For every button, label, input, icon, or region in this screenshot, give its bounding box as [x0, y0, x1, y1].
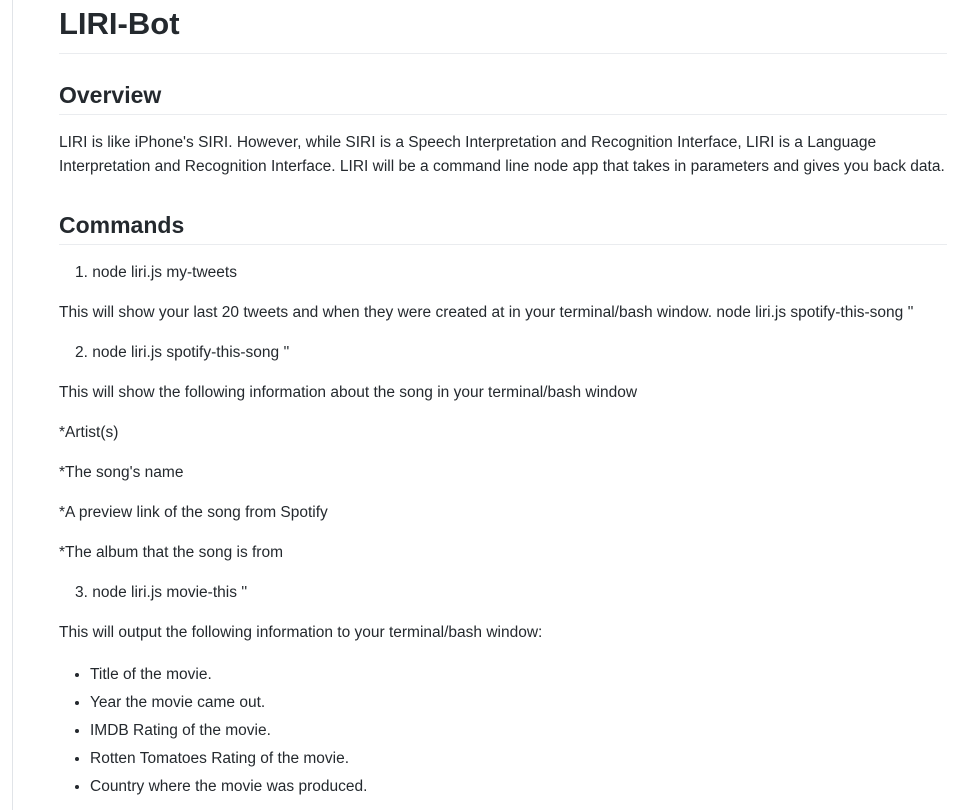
song-field-album: *The album that the song is from — [59, 544, 284, 561]
command-description-spotify: This will show the following information… — [59, 384, 638, 401]
list-item: Rotten Tomatoes Rating of the movie. — [90, 745, 947, 773]
command-item-spotify: 2. node liri.js spotify-this-song '' — [75, 344, 290, 361]
command-item-my-tweets: 1. node liri.js my-tweets — [75, 264, 237, 281]
page-title: LIRI-Bot — [59, 0, 947, 54]
list-item: IMDB Rating of the movie. — [90, 717, 947, 745]
command-description-movie: This will output the following informati… — [59, 624, 543, 641]
content-left-border — [12, 0, 13, 810]
song-field-artist: *Artist(s) — [59, 424, 119, 441]
readme-body: LIRI-Bot Overview LIRI is like iPhone's … — [59, 0, 947, 801]
commands-heading: Commands — [59, 210, 947, 245]
list-item: Year the movie came out. — [90, 689, 947, 717]
list-item: Country where the movie was produced. — [90, 773, 947, 801]
list-item: Title of the movie. — [90, 661, 947, 689]
song-field-name: *The song's name — [59, 464, 184, 481]
song-field-preview-link: *A preview link of the song from Spotify — [59, 504, 328, 521]
overview-heading: Overview — [59, 80, 947, 115]
overview-paragraph: LIRI is like iPhone's SIRI. However, whi… — [59, 134, 945, 175]
movie-fields-list: Title of the movie. Year the movie came … — [59, 661, 947, 801]
command-description-my-tweets: This will show your last 20 tweets and w… — [59, 304, 914, 321]
command-item-movie: 3. node liri.js movie-this '' — [75, 584, 248, 601]
